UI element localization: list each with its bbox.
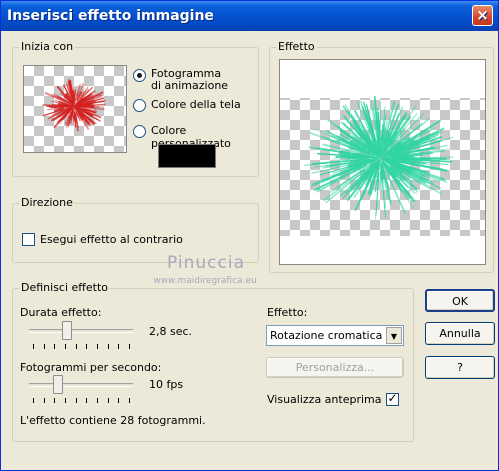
chevron-down-icon[interactable]: ▼ [386, 327, 402, 344]
reverse-effect-label: Esegui effetto al contrario [40, 233, 183, 246]
effect-preview-group: Effetto [269, 40, 494, 273]
slider-tick [54, 398, 56, 403]
slider-tick [107, 398, 109, 403]
fps-slider-thumb[interactable] [53, 375, 64, 394]
define-effect-label: Definisci effetto [19, 281, 110, 294]
effect-type-label: Effetto: [267, 306, 308, 319]
start-with-group: Inizia con Fotogramma di animazione Colo… [12, 40, 259, 177]
cancel-button[interactable]: Annulla [425, 322, 495, 345]
fps-slider-ticks [33, 398, 130, 403]
splash-core [66, 98, 82, 114]
slider-tick [129, 344, 130, 349]
ok-button-label: OK [452, 295, 468, 308]
dialog-window: Inserisci effetto immagine × Inizia con … [0, 0, 499, 471]
preview-toggle-checkbox[interactable] [385, 391, 399, 406]
slider-tick [65, 398, 66, 403]
preview-toggle-label: Visualizza anteprima [267, 393, 382, 406]
slider-tick [33, 344, 34, 349]
slider-tick [65, 344, 66, 349]
watermark-url: www.maidiregrafica.eu [153, 276, 257, 286]
splash-stroke [394, 156, 453, 159]
slider-tick [129, 398, 130, 403]
radio-custom-color[interactable] [133, 125, 146, 138]
frame-count-summary: L'effetto contiene 28 fotogrammi. [20, 414, 206, 427]
customize-button-label: Personalizza... [295, 361, 375, 374]
ok-button[interactable]: OK [425, 289, 495, 312]
option-canvas-color-label: Colore della tela [151, 98, 241, 111]
fps-slider-track [29, 383, 133, 387]
slider-tick [107, 344, 109, 349]
splash-stroke [379, 171, 382, 191]
duration-slider-ticks [33, 344, 130, 349]
slider-tick [33, 398, 34, 403]
reverse-effect-option[interactable]: Esegui effetto al contrario [22, 233, 183, 246]
preview-toggle-option[interactable]: Visualizza anteprima [267, 391, 399, 406]
splash-stroke [50, 105, 69, 109]
slider-tick [43, 398, 45, 403]
duration-slider-thumb[interactable] [61, 321, 72, 340]
custom-color-swatch[interactable] [158, 144, 216, 168]
title-bar: Inserisci effetto immagine × [1, 1, 498, 31]
option-canvas-color[interactable]: Colore della tela [133, 98, 241, 112]
splash-core [367, 145, 393, 171]
start-frame-art [42, 79, 106, 132]
effect-preview-label: Effetto [276, 40, 317, 53]
start-with-label: Inizia con [19, 40, 76, 53]
fps-value: 10 fps [149, 378, 184, 391]
splash-stroke [344, 157, 361, 160]
duration-slider-track [29, 329, 133, 333]
close-icon: × [476, 6, 489, 24]
slider-tick [54, 344, 56, 349]
effect-type-select[interactable]: Rotazione cromatica ▼ [266, 325, 404, 346]
fps-label: Fotogrammi per secondo: [20, 361, 162, 374]
watermark-name: Pinuccia [167, 253, 245, 273]
duration-value: 2,8 sec. [149, 325, 193, 338]
radio-canvas-color[interactable] [133, 99, 146, 112]
radio-animation-frame[interactable] [133, 69, 146, 82]
customize-button[interactable]: Personalizza... [266, 357, 404, 378]
slider-tick [86, 344, 88, 349]
slider-tick [43, 344, 45, 349]
option-animation-frame-label: Fotogramma di animazione [151, 67, 229, 92]
effect-preview-art [303, 96, 454, 220]
close-button[interactable]: × [472, 5, 493, 26]
direction-label: Direzione [19, 196, 75, 209]
slider-tick [86, 398, 88, 403]
effect-preview-canvas [279, 59, 486, 265]
slider-tick [75, 398, 77, 403]
dialog-title: Inserisci effetto immagine [7, 8, 214, 24]
effect-type-value: Rotazione cromatica [270, 329, 383, 342]
start-frame-thumbnail [23, 65, 127, 153]
define-effect-group: Definisci effetto Durata effetto: 2,8 se… [12, 281, 414, 442]
reverse-effect-checkbox[interactable] [22, 233, 35, 246]
duration-label: Durata effetto: [20, 306, 102, 319]
slider-tick [118, 398, 120, 403]
option-animation-frame[interactable]: Fotogramma di animazione [133, 68, 228, 92]
slider-tick [97, 398, 98, 403]
help-button[interactable]: ? [425, 356, 495, 379]
splash-stroke [76, 93, 79, 96]
slider-tick [75, 344, 77, 349]
slider-tick [118, 344, 120, 349]
help-button-label: ? [457, 361, 463, 374]
slider-tick [97, 344, 98, 349]
cancel-button-label: Annulla [439, 327, 481, 340]
